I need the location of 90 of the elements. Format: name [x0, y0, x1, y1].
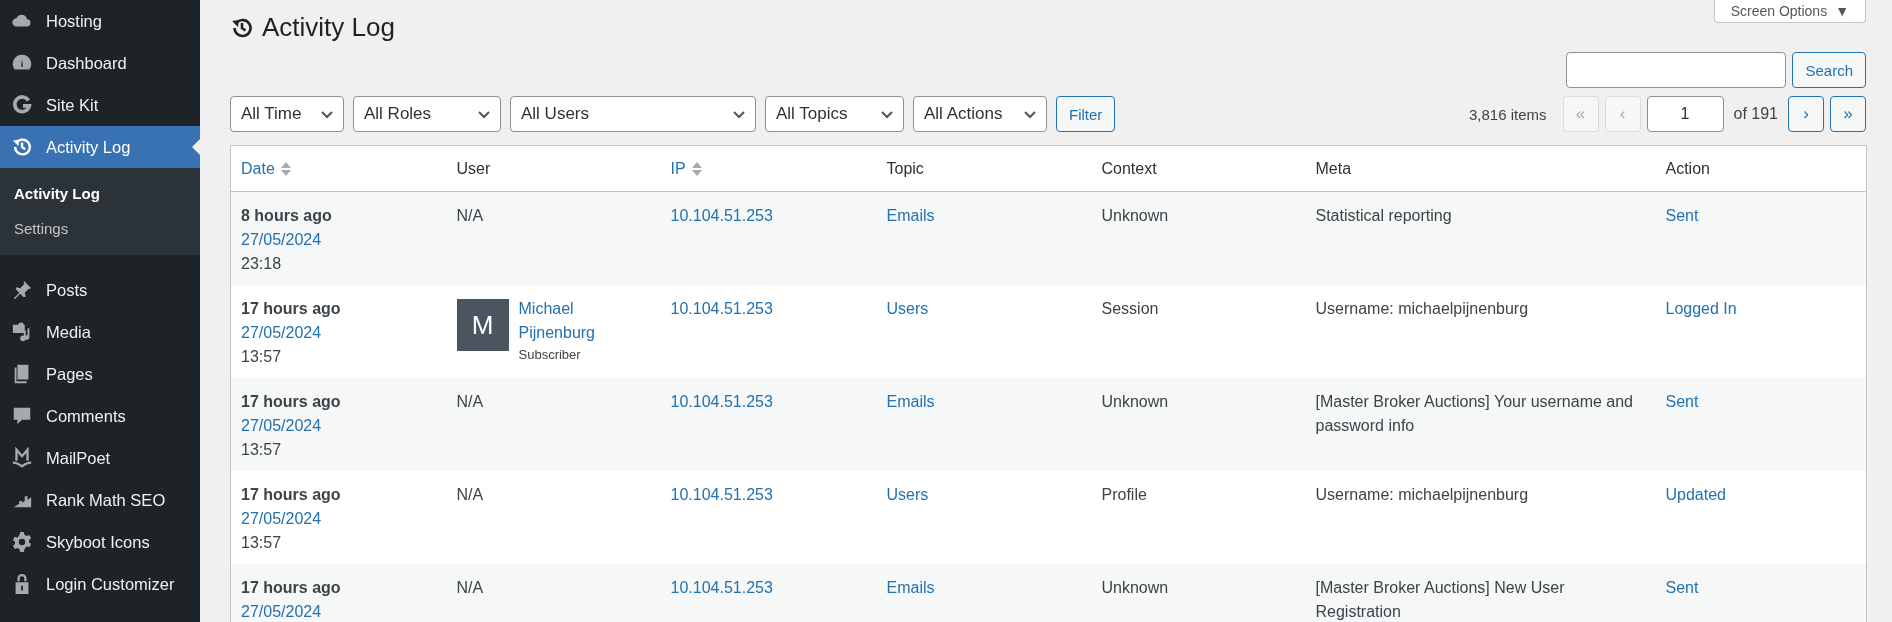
filter-select[interactable]: All Actions — [913, 96, 1047, 132]
date-link[interactable]: 27/05/2024 — [241, 228, 437, 252]
table-cell: N/A — [456, 578, 484, 596]
date-link[interactable]: 27/05/2024 — [241, 506, 437, 531]
menu-item[interactable]: MailPoet — [0, 437, 200, 479]
time-text: 13:57 — [241, 439, 283, 460]
date-link[interactable]: 27/05/2024 — [241, 413, 437, 438]
m-logo-icon — [11, 447, 33, 469]
relative-time: 17 hours ago — [241, 484, 342, 505]
column-header: Topic — [886, 159, 924, 177]
history-icon — [11, 136, 33, 158]
submenu-item[interactable]: Activity Log — [0, 176, 200, 211]
topic-link[interactable]: Users — [886, 485, 929, 503]
menu-item[interactable]: Media — [0, 311, 200, 353]
menu-item[interactable]: Skyboot Icons — [0, 521, 200, 563]
table-cell: N/A — [456, 485, 484, 503]
topic-link[interactable]: Emails — [886, 207, 935, 224]
column-header: Action — [1665, 159, 1710, 177]
menu-item[interactable]: Activity Log — [0, 126, 200, 168]
topic-link[interactable]: Emails — [886, 392, 935, 410]
menu-item[interactable]: Comments — [0, 395, 200, 437]
time-text: 23:18 — [241, 254, 283, 274]
filter-select[interactable]: All Users — [510, 96, 756, 132]
date-link[interactable]: 27/05/2024 — [241, 599, 437, 622]
menu-item[interactable]: Login Customizer — [0, 563, 200, 605]
ip-link[interactable]: 10.104.51.253 — [670, 299, 773, 317]
column-header: Context — [1101, 159, 1157, 177]
menu-item[interactable]: Dashboard — [0, 42, 200, 84]
user-link[interactable]: Michael Pijnenburg — [518, 296, 651, 345]
item-count: 3,816 items — [1468, 105, 1547, 123]
screen-options-button[interactable]: Screen Options ▼ — [1713, 0, 1866, 23]
ip-link[interactable]: 10.104.51.253 — [670, 485, 773, 503]
relative-time: 17 hours ago — [241, 391, 342, 412]
page-total: of 191 — [1733, 105, 1778, 123]
ip-link[interactable]: 10.104.51.253 — [670, 392, 773, 410]
topic-link[interactable]: Users — [886, 299, 929, 317]
table-cell: [Master Broker Auctions] New User Registration — [1315, 578, 1565, 620]
search-field[interactable] — [1566, 52, 1787, 88]
page-title: Activity Log — [262, 12, 395, 43]
action-link[interactable]: Updated — [1665, 485, 1726, 503]
search-button[interactable]: Search — [1792, 52, 1866, 88]
topic-link[interactable]: Emails — [886, 578, 935, 596]
table-cell: Unknown — [1101, 207, 1169, 224]
relative-time: 17 hours ago — [241, 298, 342, 319]
menu-item[interactable]: Pages — [0, 353, 200, 395]
column-header[interactable]: IP — [670, 159, 686, 178]
menu-item[interactable]: Rank Math SEO — [0, 479, 200, 521]
table-cell: Session — [1101, 299, 1159, 317]
filter-select[interactable]: All Roles — [353, 96, 501, 132]
gear-icon — [11, 531, 33, 553]
table-cell: [Master Broker Auctions] Your username and password info — [1315, 392, 1633, 434]
table-cell: N/A — [456, 207, 484, 224]
table-cell: Unknown — [1101, 578, 1169, 596]
g-logo-icon — [11, 94, 33, 116]
action-link[interactable]: Sent — [1665, 578, 1699, 596]
time-text: 13:57 — [241, 532, 283, 553]
action-link[interactable]: Sent — [1665, 207, 1699, 224]
pagination-button[interactable]: › — [1788, 96, 1824, 132]
sort-icon — [280, 161, 291, 176]
table-cell: Statistical reporting — [1315, 207, 1452, 224]
filter-button[interactable]: Filter — [1056, 96, 1116, 132]
page-input[interactable]: 1 — [1646, 96, 1724, 132]
column-header: Meta — [1315, 159, 1352, 177]
avatar: M — [456, 298, 509, 351]
action-link[interactable]: Logged In — [1665, 299, 1737, 317]
date-link[interactable]: 27/05/2024 — [241, 320, 437, 345]
table-cell: Profile — [1101, 485, 1147, 503]
column-header[interactable]: Date — [241, 159, 275, 178]
relative-time: 17 hours ago — [241, 577, 342, 598]
user-role: Subscriber — [518, 345, 582, 364]
column-header: User — [456, 159, 491, 177]
table-cell: Username: michaelpijnenburg — [1315, 299, 1529, 317]
table-cell: Username: michaelpijnenburg — [1315, 485, 1529, 503]
sort-icon — [691, 161, 702, 176]
menu-item[interactable]: Hosting — [0, 0, 200, 42]
ip-link[interactable]: 10.104.51.253 — [670, 578, 773, 596]
comment-icon — [11, 405, 33, 427]
ip-link[interactable]: 10.104.51.253 — [670, 207, 773, 224]
time-text: 13:57 — [241, 346, 283, 367]
pagination-button[interactable]: » — [1830, 96, 1866, 132]
submenu-item[interactable]: Settings — [0, 211, 200, 246]
filter-select[interactable]: All Topics — [765, 96, 904, 132]
relative-time: 8 hours ago — [241, 206, 333, 226]
menu-item[interactable]: Site Kit — [0, 84, 200, 126]
table-cell: N/A — [456, 392, 484, 410]
filter-select[interactable]: All Time — [230, 96, 344, 132]
menu-item[interactable]: Posts — [0, 269, 200, 311]
action-link[interactable]: Sent — [1665, 392, 1699, 410]
table-cell: Unknown — [1101, 392, 1169, 410]
pin-icon — [11, 279, 33, 301]
